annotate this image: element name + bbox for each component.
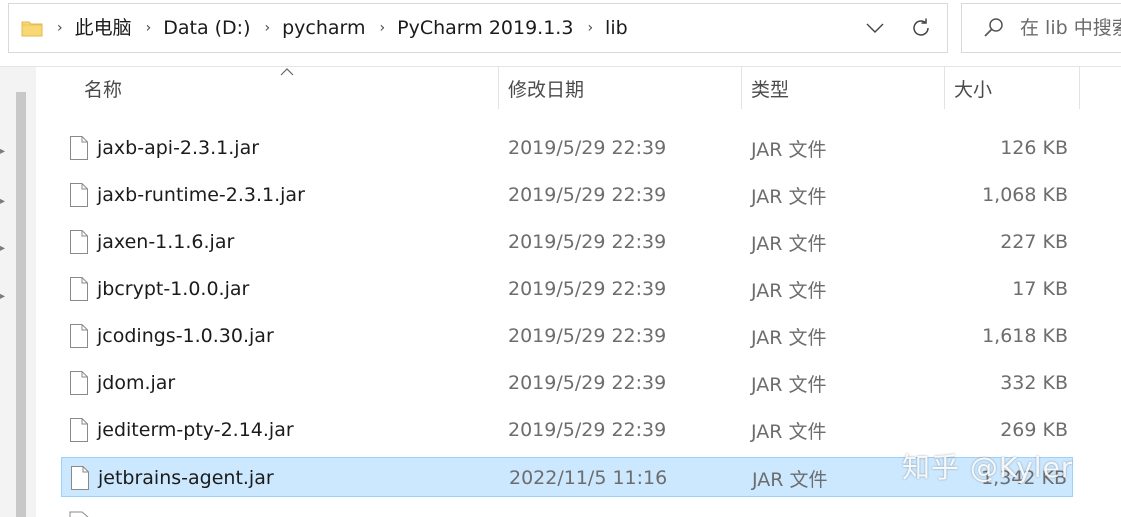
- chevron-right-icon[interactable]: ›: [57, 21, 63, 35]
- file-modified-date: 2019/5/29 22:39: [508, 419, 667, 441]
- column-header-name[interactable]: 名称: [84, 67, 498, 109]
- file-icon: [70, 136, 88, 160]
- column-divider[interactable]: [1079, 67, 1080, 109]
- breadcrumb-lib[interactable]: lib: [605, 18, 628, 38]
- file-icon: [70, 324, 88, 348]
- file-size: 1,618 KB: [982, 325, 1068, 347]
- file-type: JAR 文件: [751, 279, 827, 302]
- chevron-right-icon[interactable]: ›: [587, 21, 593, 35]
- search-icon: [982, 16, 1006, 40]
- file-row[interactable]: jediterm-pty-2.14.jar 2019/5/29 22:39 JAR …: [61, 410, 1073, 450]
- file-size: 17 KB: [1012, 278, 1068, 300]
- address-bar[interactable]: › 此电脑 › Data (D:) › pycharm › PyCharm 20…: [8, 3, 948, 53]
- file-type: JAR 文件: [751, 326, 827, 349]
- chevron-right-icon[interactable]: ›: [380, 21, 386, 35]
- chevron-right-icon[interactable]: ▸: [0, 244, 5, 254]
- file-modified-date: 2019/5/29 22:39: [508, 184, 667, 206]
- chevron-right-icon[interactable]: ›: [265, 21, 271, 35]
- file-modified-date: 2019/5/29 22:39: [508, 137, 667, 159]
- column-header-row: 名称 修改日期 类型 大小: [36, 67, 1121, 109]
- column-header-date-label: 修改日期: [508, 78, 585, 101]
- file-modified-date: 2019/5/29 22:39: [508, 325, 667, 347]
- chevron-down-icon[interactable]: [855, 8, 895, 48]
- file-name[interactable]: jediterm-pty-2.14.jar: [97, 410, 294, 450]
- chevron-right-icon[interactable]: ▸: [0, 292, 5, 302]
- file-icon: [71, 466, 89, 490]
- file-name[interactable]: jaxb-api-2.3.1.jar: [97, 128, 259, 168]
- file-size: 332 KB: [1000, 372, 1068, 394]
- chevron-right-icon[interactable]: ▸: [0, 147, 5, 157]
- refresh-icon[interactable]: [901, 8, 941, 48]
- file-icon: [70, 418, 88, 442]
- file-modified-date: 2019/5/29 22:39: [508, 278, 667, 300]
- file-name[interactable]: jetbrains-agent.jar: [98, 458, 274, 498]
- chevron-right-icon[interactable]: ▸: [0, 197, 5, 207]
- file-type: JAR 文件: [751, 185, 827, 208]
- folder-icon: [21, 19, 43, 37]
- navigation-pane[interactable]: ▸ ▸ ▸ ▸: [0, 67, 36, 517]
- breadcrumb-pycharm-version[interactable]: PyCharm 2019.1.3: [397, 18, 573, 38]
- file-type: JAR 文件: [751, 420, 827, 443]
- file-icon: [70, 183, 88, 207]
- file-type: JAR 文件: [751, 373, 827, 396]
- column-header-name-label: 名称: [84, 78, 123, 101]
- file-name[interactable]: jbcrypt-1.0.0.jar: [97, 269, 249, 309]
- file-icon: [70, 371, 88, 395]
- file-size: 227 KB: [1000, 231, 1068, 253]
- column-header-size[interactable]: 大小: [954, 67, 1079, 109]
- file-size: 126 KB: [1000, 137, 1068, 159]
- column-header-size-label: 大小: [954, 78, 993, 101]
- file-type: JAR 文件: [751, 232, 827, 255]
- chevron-right-icon[interactable]: ›: [146, 21, 152, 35]
- column-divider[interactable]: [498, 67, 499, 109]
- column-header-type-label: 类型: [751, 78, 790, 101]
- column-divider[interactable]: [741, 67, 742, 109]
- search-input[interactable]: [1020, 17, 1121, 39]
- column-header-date[interactable]: 修改日期: [508, 67, 741, 109]
- file-modified-date: 2019/5/29 22:39: [508, 372, 667, 394]
- file-row[interactable]: jcodings-1.0.30.jar 2019/5/29 22:39 JAR 文件…: [61, 316, 1073, 356]
- file-type: JAR 文件: [752, 468, 828, 491]
- file-row[interactable]: jbcrypt-1.0.0.jar 2019/5/29 22:39 JAR 文件 17…: [61, 269, 1073, 309]
- file-type: JAR 文件: [751, 138, 827, 161]
- file-row[interactable]: jaxb-runtime-2.3.1.jar 2019/5/29 22:39 JAR…: [61, 175, 1073, 215]
- file-row[interactable]: jaxb-api-2.3.1.jar 2019/5/29 22:39 JAR 文件 1…: [61, 128, 1073, 168]
- file-icon: [70, 230, 88, 254]
- file-row[interactable]: jdom.jar 2019/5/29 22:39 JAR 文件 332 KB: [61, 363, 1073, 403]
- breadcrumb-this-pc[interactable]: 此电脑: [75, 18, 132, 38]
- file-size: 269 KB: [1000, 419, 1068, 441]
- file-size: 1,068 KB: [982, 184, 1068, 206]
- search-box[interactable]: [961, 3, 1121, 53]
- file-name[interactable]: jaxb-runtime-2.3.1.jar: [97, 175, 305, 215]
- column-divider[interactable]: [944, 67, 945, 109]
- nav-scrollbar[interactable]: [16, 92, 26, 517]
- breadcrumb-data-drive[interactable]: Data (D:): [163, 18, 250, 38]
- file-modified-date: 2022/11/5 11:16: [509, 467, 668, 489]
- breadcrumb-pycharm[interactable]: pycharm: [282, 18, 365, 38]
- column-header-type[interactable]: 类型: [751, 67, 944, 109]
- file-explorer-window: › 此电脑 › Data (D:) › pycharm › PyCharm 20…: [0, 0, 1121, 517]
- file-modified-date: 2019/5/29 22:39: [508, 231, 667, 253]
- file-name[interactable]: jdom.jar: [97, 363, 175, 403]
- watermark: 知乎 @Kyler: [902, 451, 1074, 484]
- file-name[interactable]: jaxen-1.1.6.jar: [97, 222, 234, 262]
- navigation-bar: › 此电脑 › Data (D:) › pycharm › PyCharm 20…: [0, 0, 1121, 67]
- file-row[interactable]: jaxen-1.1.6.jar 2019/5/29 22:39 JAR 文件 227 …: [61, 222, 1073, 262]
- list-item[interactable]: [61, 511, 1073, 517]
- file-name[interactable]: jcodings-1.0.30.jar: [97, 316, 274, 356]
- file-icon: [70, 277, 88, 301]
